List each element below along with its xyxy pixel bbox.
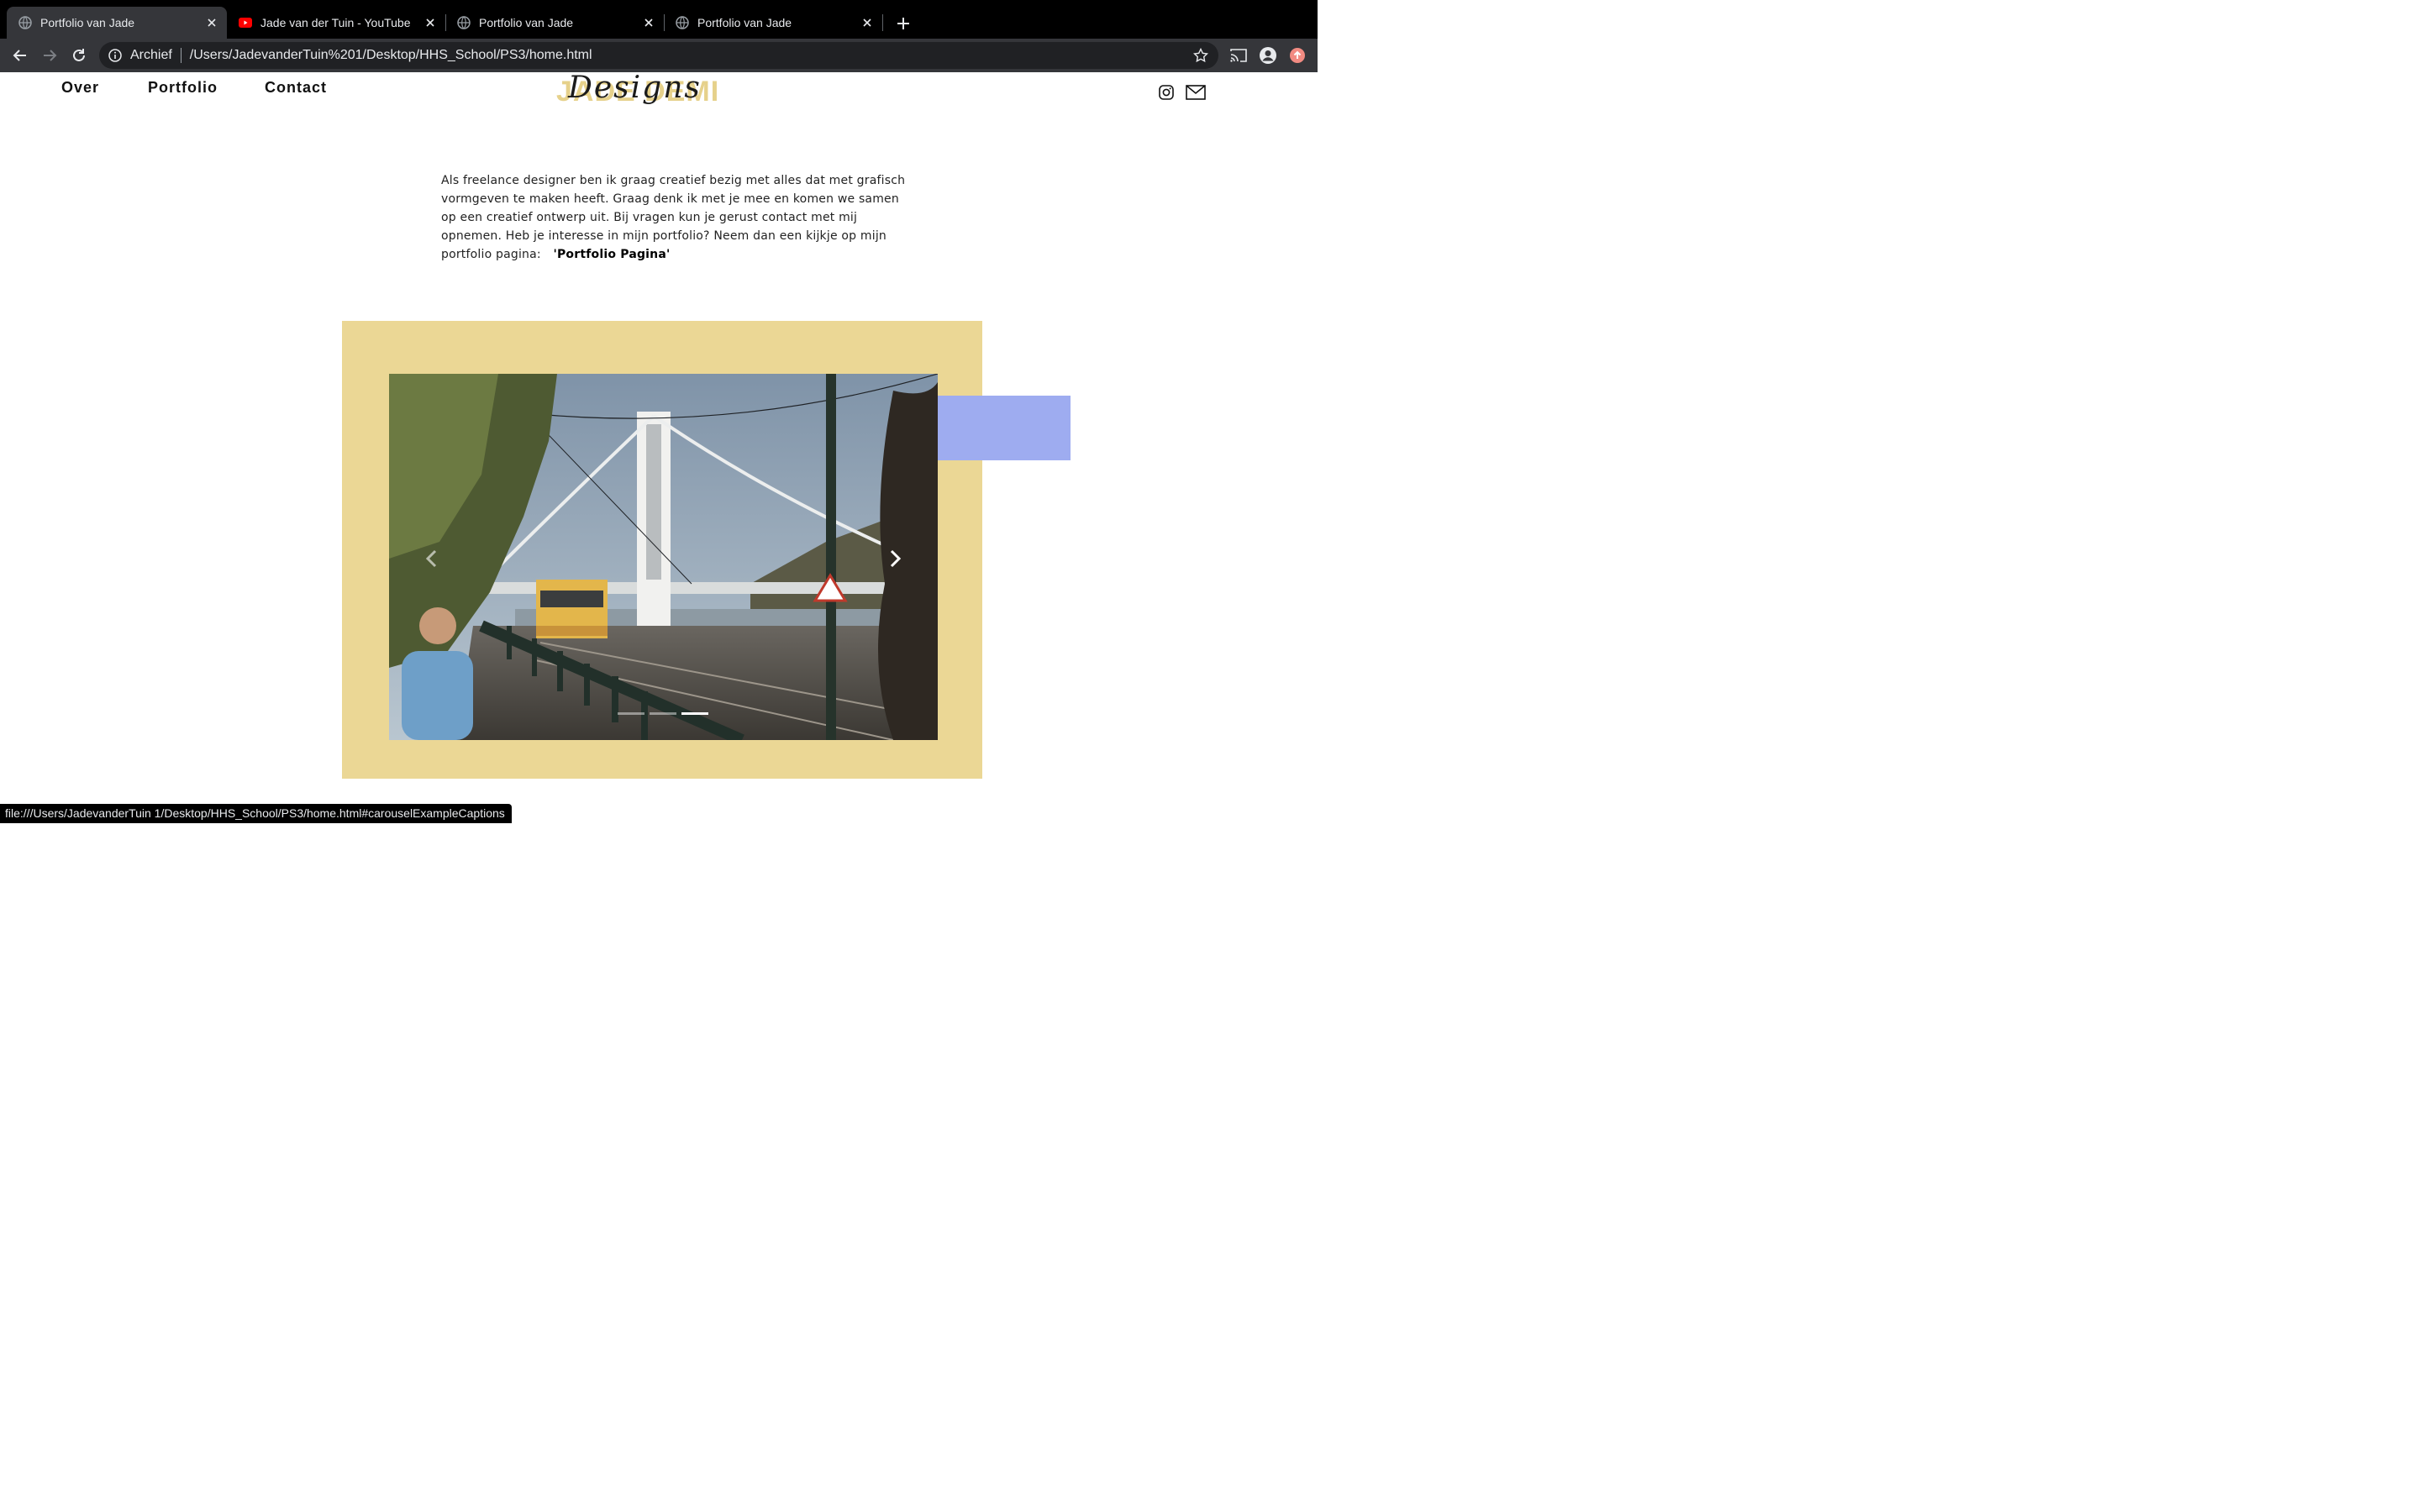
carousel-next-button[interactable] xyxy=(879,542,913,575)
carousel-slide-image xyxy=(389,374,938,740)
photo-carousel[interactable] xyxy=(389,374,938,740)
close-icon[interactable] xyxy=(859,14,876,31)
arrow-right-icon xyxy=(44,50,57,61)
mail-icon[interactable] xyxy=(1185,82,1207,102)
reload-icon xyxy=(73,49,85,61)
globe-icon xyxy=(18,16,32,29)
carousel-prev-button[interactable] xyxy=(414,542,448,575)
omnibox-divider xyxy=(180,48,182,63)
carousel-indicators xyxy=(618,712,708,715)
carousel-indicator-2[interactable] xyxy=(650,712,676,715)
intro-paragraph: Als freelance designer ben ik graag crea… xyxy=(441,171,912,264)
plus-icon xyxy=(897,18,909,29)
carousel-indicator-3[interactable] xyxy=(681,712,708,715)
decorative-blue-block xyxy=(938,396,1071,460)
tab-portfolio-2[interactable]: Portfolio van Jade xyxy=(445,7,664,39)
new-tab-button[interactable] xyxy=(894,14,913,33)
status-bar-url: file:///Users/JadevanderTuin 1/Desktop/H… xyxy=(0,804,512,823)
instagram-icon[interactable] xyxy=(1156,82,1176,102)
chevron-left-icon xyxy=(425,549,437,568)
nav-link-over[interactable]: Over xyxy=(61,79,99,97)
nav-link-portfolio[interactable]: Portfolio xyxy=(148,79,218,97)
tab-portfolio-1[interactable]: Portfolio van Jade xyxy=(7,7,227,39)
tab-title: Portfolio van Jade xyxy=(697,16,792,29)
arrow-left-icon xyxy=(13,50,26,61)
nav-link-contact[interactable]: Contact xyxy=(265,79,327,97)
tab-title: Jade van der Tuin - YouTube xyxy=(260,16,411,29)
carousel-indicator-1[interactable] xyxy=(618,712,644,715)
security-chip[interactable]: Archief xyxy=(130,48,172,63)
globe-icon xyxy=(457,16,471,29)
site-logo[interactable]: JADE DEMI Designs xyxy=(556,72,736,111)
close-icon[interactable] xyxy=(203,14,220,31)
close-icon[interactable] xyxy=(422,14,439,31)
url-text[interactable]: /Users/JadevanderTuin%201/Desktop/HHS_Sc… xyxy=(190,48,1192,63)
browser-toolbar: Archief /Users/JadevanderTuin%201/Deskto… xyxy=(0,39,1318,72)
youtube-icon xyxy=(239,16,252,29)
tab-bar: Portfolio van Jade Jade van der Tuin - Y… xyxy=(0,0,1318,39)
portfolio-page-link[interactable]: 'Portfolio Pagina' xyxy=(553,248,670,261)
chevron-right-icon xyxy=(890,549,902,568)
update-icon[interactable] xyxy=(1287,45,1307,66)
address-bar[interactable]: Archief /Users/JadevanderTuin%201/Deskto… xyxy=(99,42,1218,69)
tab-title: Portfolio van Jade xyxy=(40,16,135,29)
profile-avatar-icon[interactable] xyxy=(1258,45,1278,66)
tab-separator xyxy=(882,14,883,31)
tab-youtube[interactable]: Jade van der Tuin - YouTube xyxy=(227,7,445,39)
web-page: Over Portfolio Contact JADE DEMI Designs… xyxy=(0,72,1318,823)
back-button[interactable] xyxy=(10,45,30,66)
forward-button[interactable] xyxy=(39,45,60,66)
tab-portfolio-3[interactable]: Portfolio van Jade xyxy=(664,7,882,39)
tab-title: Portfolio van Jade xyxy=(479,16,574,29)
close-icon[interactable] xyxy=(640,14,657,31)
bookmark-star-icon[interactable] xyxy=(1192,46,1210,65)
logo-script-text: Designs xyxy=(568,72,702,105)
globe-icon xyxy=(676,16,689,29)
intro-text: Als freelance designer ben ik graag crea… xyxy=(441,174,906,261)
cast-icon[interactable] xyxy=(1228,45,1249,66)
reload-button[interactable] xyxy=(69,45,89,66)
info-icon[interactable] xyxy=(108,48,123,63)
